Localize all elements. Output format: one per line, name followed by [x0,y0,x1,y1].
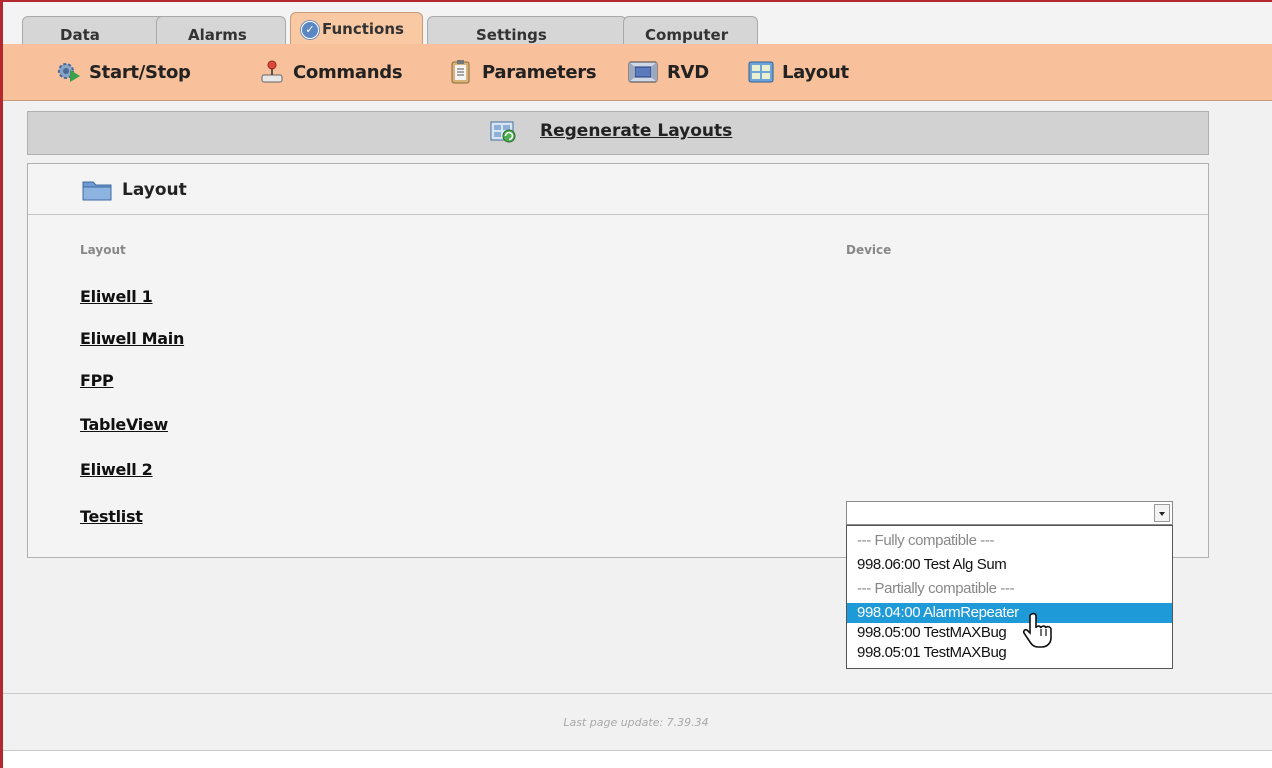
dropdown-option[interactable]: 998.05:01 TestMAXBug [847,643,1172,663]
chevron-down-icon[interactable] [1154,504,1170,522]
tab-functions[interactable]: ✓ Functions [290,12,423,48]
commands-label: Commands [293,61,403,83]
layout-link-eliwell-main[interactable]: Eliwell Main [80,329,184,348]
column-header-device: Device [846,243,892,257]
panel-divider [28,214,1208,215]
monitor-icon [627,60,659,84]
footer-bottom-divider [3,750,1272,751]
column-header-layout: Layout [80,243,126,257]
dropdown-option-highlighted[interactable]: 998.04:00 AlarmRepeater [847,603,1172,623]
last-update-text: Last page update: 7.39.34 [563,716,709,729]
dropdown-group-header: --- Fully compatible --- [857,532,995,549]
dropdown-group-header: --- Partially compatible --- [857,580,1015,597]
dropdown-option[interactable]: 998.05:00 TestMAXBug [847,623,1172,643]
check-icon: ✓ [301,21,319,39]
folder-icon [82,178,112,202]
start-stop-label: Start/Stop [89,61,191,83]
layout-grid-icon [748,60,774,84]
clipboard-icon [448,60,474,84]
layout-label: Layout [782,61,849,83]
rvd-button[interactable]: RVD [627,58,709,86]
start-stop-icon [55,60,81,84]
rvd-label: RVD [667,61,709,83]
parameters-button[interactable]: Parameters [448,58,597,86]
tab-data-label: Data [60,26,100,44]
commands-button[interactable]: Commands [259,58,403,86]
tab-strip: Data Alarms ✓ Functions Settings Compute… [3,2,1272,48]
layout-link-tableview[interactable]: TableView [80,415,168,434]
layout-panel [27,163,1209,558]
tab-alarms-label: Alarms [188,26,247,44]
layout-link-eliwell-1[interactable]: Eliwell 1 [80,287,153,306]
hand-cursor-icon [1022,612,1058,650]
layout-link-fpp[interactable]: FPP [80,371,114,390]
layout-link-eliwell-2[interactable]: Eliwell 2 [80,460,153,479]
regenerate-icon[interactable] [490,120,518,144]
panel-title: Layout [122,180,187,200]
parameters-label: Parameters [482,61,597,83]
function-toolbar: Start/Stop Commands Parameters RVD Layou… [3,44,1272,101]
device-dropdown-list: --- Fully compatible --- 998.06:00 Test … [846,525,1173,669]
tab-computer-label: Computer [645,26,729,44]
tab-settings-label: Settings [476,26,547,44]
start-stop-button[interactable]: Start/Stop [55,58,191,86]
joystick-icon [259,60,285,84]
tab-functions-label: Functions [322,20,404,38]
device-select[interactable] [846,501,1173,525]
layout-button[interactable]: Layout [748,58,849,86]
regenerate-layouts-link[interactable]: Regenerate Layouts [540,121,732,141]
layout-link-testlist[interactable]: Testlist [80,507,143,526]
dropdown-option[interactable]: 998.06:00 Test Alg Sum [847,555,1172,575]
